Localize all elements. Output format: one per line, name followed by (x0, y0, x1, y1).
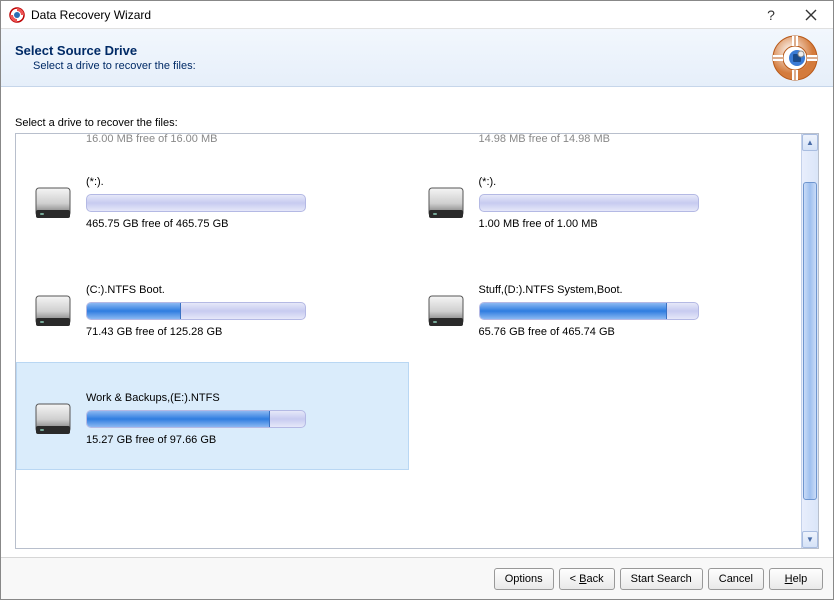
vertical-scrollbar[interactable]: ▲ ▼ (801, 134, 818, 548)
hdd-icon (32, 182, 74, 224)
drive-item[interactable]: (C:).NTFS Boot. 71.43 GB free of 125.28 G… (16, 254, 409, 362)
usage-bar (86, 410, 306, 428)
close-button[interactable] (791, 2, 831, 28)
cutoff-left: 16.00 MB free of 16.00 MB (16, 134, 409, 146)
drive-name: (*:). (479, 176, 786, 188)
scroll-down-arrow[interactable]: ▼ (802, 531, 818, 548)
drive-free-text: 71.43 GB free of 125.28 GB (86, 326, 393, 338)
drive-info: (*:). 1.00 MB free of 1.00 MB (479, 176, 786, 230)
header-title: Select Source Drive (15, 43, 771, 58)
drive-item[interactable]: Work & Backups,(E:).NTFS 15.27 GB free of… (16, 362, 409, 470)
help-footer-button[interactable]: Help (769, 568, 823, 590)
hdd-icon (425, 182, 467, 224)
lifering-icon (771, 34, 819, 82)
usage-bar (479, 194, 699, 212)
cutoff-row: 16.00 MB free of 16.00 MB 14.98 MB free … (16, 134, 801, 146)
content-area: Select a drive to recover the files: 16.… (1, 87, 833, 557)
drive-info: (*:). 465.75 GB free of 465.75 GB (86, 176, 393, 230)
footer: Options < Back Start Search Cancel Help (1, 557, 833, 599)
drive-free-text: 65.76 GB free of 465.74 GB (479, 326, 786, 338)
hdd-icon (32, 398, 74, 440)
drive-list-container: 16.00 MB free of 16.00 MB 14.98 MB free … (15, 133, 819, 549)
usage-fill (480, 303, 667, 319)
titlebar: Data Recovery Wizard ? (1, 1, 833, 29)
drive-list[interactable]: 16.00 MB free of 16.00 MB 14.98 MB free … (16, 134, 801, 548)
options-button[interactable]: Options (494, 568, 554, 590)
drive-info: Work & Backups,(E:).NTFS 15.27 GB free of… (86, 392, 393, 446)
drive-item[interactable]: Stuff,(D:).NTFS System,Boot. 65.76 GB fre… (409, 254, 802, 362)
content-label: Select a drive to recover the files: (15, 117, 819, 129)
usage-bar (86, 302, 306, 320)
drive-item[interactable]: (*:). 465.75 GB free of 465.75 GB (16, 146, 409, 254)
drive-free-text: 1.00 MB free of 1.00 MB (479, 218, 786, 230)
wizard-header: Select Source Drive Select a drive to re… (1, 29, 833, 87)
drive-name: (*:). (86, 176, 393, 188)
drive-item[interactable]: (*:). 1.00 MB free of 1.00 MB (409, 146, 802, 254)
hdd-icon (425, 290, 467, 332)
window-title: Data Recovery Wizard (31, 8, 751, 22)
header-subtitle: Select a drive to recover the files: (15, 60, 771, 72)
scroll-up-arrow[interactable]: ▲ (802, 134, 818, 151)
drive-info: Stuff,(D:).NTFS System,Boot. 65.76 GB fre… (479, 284, 786, 338)
drive-info: (C:).NTFS Boot. 71.43 GB free of 125.28 G… (86, 284, 393, 338)
cancel-button[interactable]: Cancel (708, 568, 764, 590)
app-icon (9, 7, 25, 23)
usage-fill (87, 411, 270, 427)
usage-bar (86, 194, 306, 212)
back-button[interactable]: < Back (559, 568, 615, 590)
drive-free-text: 15.27 GB free of 97.66 GB (86, 434, 393, 446)
scroll-thumb[interactable] (803, 182, 817, 500)
drive-name: Stuff,(D:).NTFS System,Boot. (479, 284, 786, 296)
drive-free-text: 465.75 GB free of 465.75 GB (86, 218, 393, 230)
drive-name: (C:).NTFS Boot. (86, 284, 393, 296)
drive-name: Work & Backups,(E:).NTFS (86, 392, 393, 404)
usage-bar (479, 302, 699, 320)
scroll-track[interactable] (803, 152, 817, 530)
hdd-icon (32, 290, 74, 332)
start-search-button[interactable]: Start Search (620, 568, 703, 590)
cutoff-right: 14.98 MB free of 14.98 MB (409, 134, 802, 146)
usage-fill (87, 303, 181, 319)
app-window: Data Recovery Wizard ? Select Source Dri… (0, 0, 834, 600)
help-button[interactable]: ? (751, 2, 791, 28)
